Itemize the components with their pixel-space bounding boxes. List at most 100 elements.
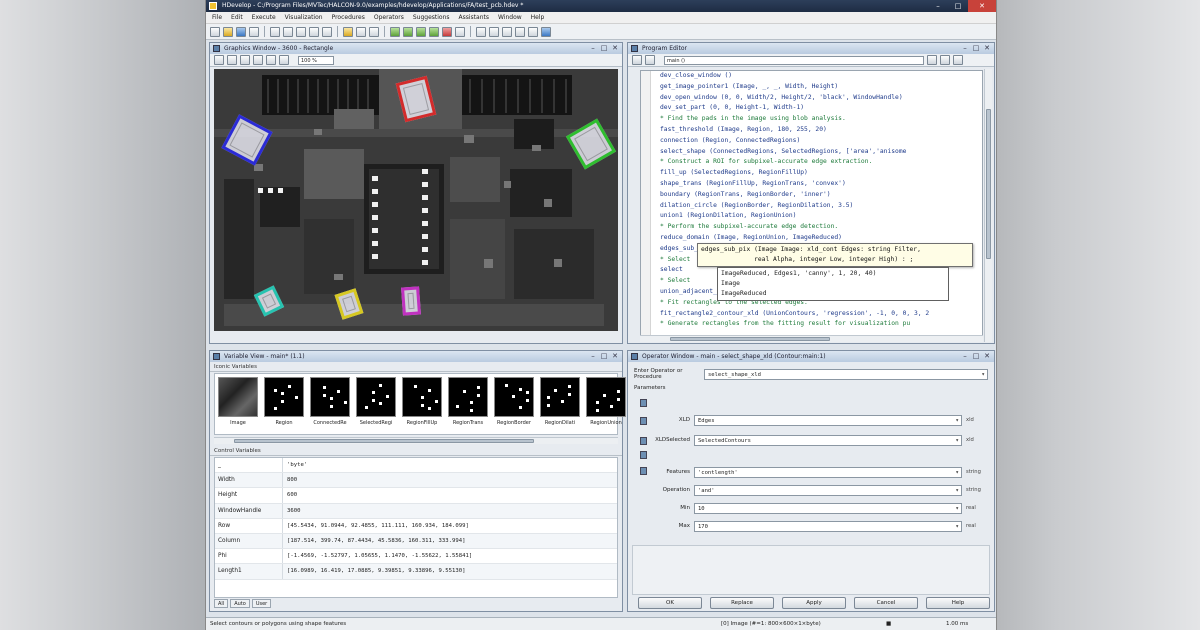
procedure-interface-icon[interactable] xyxy=(940,55,950,65)
program-code-area[interactable]: dev_close_window () get_image_pointer1 (I… xyxy=(640,70,983,340)
param-value-field[interactable]: 10 xyxy=(694,502,962,514)
panel-maximize-icon[interactable]: □ xyxy=(972,44,980,52)
help-button[interactable]: Help xyxy=(926,597,990,609)
print-icon[interactable] xyxy=(249,26,259,37)
param-value-field[interactable]: SelectedContours xyxy=(694,434,962,446)
tab-auto[interactable]: Auto xyxy=(230,599,250,608)
menu-visualization[interactable]: Visualization xyxy=(285,12,323,23)
panel-close-icon[interactable]: ✕ xyxy=(983,352,991,360)
control-variable-row[interactable]: Column [187.514, 399.74, 87.4434, 45.5836… xyxy=(215,533,617,550)
control-variable-row[interactable]: Length1 [16.0989, 16.419, 17.0885, 9.3985… xyxy=(215,564,617,580)
param-value-field[interactable]: 'contlength' xyxy=(694,466,962,478)
code-line[interactable]: * Construct a ROI for subpixel-accurate … xyxy=(641,157,982,168)
edit-procedure-icon[interactable] xyxy=(927,55,937,65)
fit-icon[interactable] xyxy=(279,55,289,65)
procedure-help-icon[interactable] xyxy=(953,55,963,65)
param-value-field[interactable]: 170 xyxy=(694,520,962,532)
iconic-variable[interactable]: Image xyxy=(217,377,259,431)
panel-close-icon[interactable]: ✕ xyxy=(611,44,619,52)
code-line[interactable]: dev_set_part (0, 0, Height-1, Width-1) xyxy=(641,103,982,114)
iconic-variable[interactable]: RegionUnion xyxy=(585,377,627,431)
save-icon[interactable] xyxy=(236,26,246,37)
find-icon[interactable] xyxy=(343,26,353,37)
code-line[interactable]: get_image_pointer1 (Image, _, _, Width, … xyxy=(641,82,982,93)
menu-procedures[interactable]: Procedures xyxy=(332,12,365,23)
code-line[interactable]: dilation_circle (RegionBorder, RegionDil… xyxy=(641,201,982,212)
menu-help[interactable]: Help xyxy=(531,12,545,23)
menu-edit[interactable]: Edit xyxy=(231,12,243,23)
menu-file[interactable]: File xyxy=(212,12,222,23)
panel-maximize-icon[interactable]: □ xyxy=(600,352,608,360)
help-icon[interactable] xyxy=(541,26,551,37)
control-variable-row[interactable]: WindowHandle 3600 xyxy=(215,503,617,519)
iconic-variable[interactable]: RegionDilati xyxy=(539,377,581,431)
zoom-out-icon[interactable] xyxy=(266,55,276,65)
minimize-icon[interactable]: – xyxy=(928,0,948,12)
reset-icon[interactable] xyxy=(455,26,465,37)
code-line[interactable]: select_shape (ConnectedRegions, Selected… xyxy=(641,147,982,158)
param-value-field[interactable]: Edges xyxy=(694,414,962,426)
paste-icon[interactable] xyxy=(296,26,306,37)
iconic-variable[interactable]: ConnectedRe xyxy=(309,377,351,431)
code-horizontal-scrollbar[interactable] xyxy=(640,335,983,342)
panel-minimize-icon[interactable]: – xyxy=(589,352,597,360)
redo-icon[interactable] xyxy=(322,26,332,37)
code-vertical-scrollbar[interactable] xyxy=(984,69,992,342)
control-variable-row[interactable]: Width 800 xyxy=(215,473,617,489)
panel-minimize-icon[interactable]: – xyxy=(961,352,969,360)
pointer-icon[interactable] xyxy=(214,55,224,65)
iconic-variable[interactable]: RegionBorder xyxy=(493,377,535,431)
step-into-icon[interactable] xyxy=(416,26,426,37)
zoom-in-icon[interactable] xyxy=(253,55,263,65)
menu-operators[interactable]: Operators xyxy=(374,12,404,23)
back-icon[interactable] xyxy=(632,55,642,65)
code-line[interactable]: * Perform the subpixel-accurate edge det… xyxy=(641,222,982,233)
control-variable-row[interactable]: _ 'byte' xyxy=(215,458,617,474)
code-line[interactable]: dev_close_window () xyxy=(641,71,982,82)
autocomplete-item[interactable]: ImageReduced xyxy=(721,289,945,299)
operator-select[interactable]: select_shape_xld xyxy=(704,368,988,380)
zoom-select[interactable]: 100 % xyxy=(298,55,334,65)
panel-maximize-icon[interactable]: □ xyxy=(972,352,980,360)
matching-icon[interactable] xyxy=(489,26,499,37)
panel-close-icon[interactable]: ✕ xyxy=(983,44,991,52)
autocomplete-item[interactable]: ImageReduced, Edges1, 'canny', 1, 20, 40… xyxy=(721,269,945,279)
panel-minimize-icon[interactable]: – xyxy=(961,44,969,52)
param-value-field[interactable]: 'and' xyxy=(694,484,962,496)
code-line[interactable]: connection (Region, ConnectedRegions) xyxy=(641,136,982,147)
measure-icon[interactable] xyxy=(515,26,525,37)
undo-icon[interactable] xyxy=(309,26,319,37)
panel-minimize-icon[interactable]: – xyxy=(589,44,597,52)
stop-icon[interactable] xyxy=(442,26,452,37)
iconic-scrollbar[interactable] xyxy=(214,437,618,444)
code-line[interactable]: dev_open_window (0, 0, Width/2, Height/2… xyxy=(641,93,982,104)
code-line[interactable]: fast_threshold (Image, Region, 180, 255,… xyxy=(641,125,982,136)
code-line[interactable]: shape_trans (RegionFillUp, RegionTrans, … xyxy=(641,179,982,190)
iconic-variable[interactable]: SelectedRegi xyxy=(355,377,397,431)
code-line[interactable]: fill_up (SelectedRegions, RegionFillUp) xyxy=(641,168,982,179)
ocr-icon[interactable] xyxy=(528,26,538,37)
menu-window[interactable]: Window xyxy=(498,12,522,23)
menu-execute[interactable]: Execute xyxy=(252,12,276,23)
control-variable-row[interactable]: Phi [-1.4569, -1.52797, 1.05655, 1.1470, … xyxy=(215,549,617,565)
close-icon[interactable]: ✕ xyxy=(968,0,996,12)
cut-icon[interactable] xyxy=(270,26,280,37)
zoom-window-icon[interactable] xyxy=(227,55,237,65)
maximize-icon[interactable]: □ xyxy=(948,0,968,12)
procedure-select[interactable]: main () xyxy=(664,55,924,65)
code-line[interactable]: * Generate rectangles from the fitting r… xyxy=(641,319,982,330)
replace-button[interactable]: Replace xyxy=(710,597,774,609)
image-acquisition-icon[interactable] xyxy=(476,26,486,37)
forward-icon[interactable] xyxy=(645,55,655,65)
insert-icon[interactable] xyxy=(356,26,366,37)
autocomplete-item[interactable]: Image xyxy=(721,279,945,289)
pan-icon[interactable] xyxy=(240,55,250,65)
panel-close-icon[interactable]: ✕ xyxy=(611,352,619,360)
run-icon[interactable] xyxy=(390,26,400,37)
tab-user[interactable]: User xyxy=(251,599,272,608)
apply-button[interactable]: Apply xyxy=(782,597,846,609)
control-variable-row[interactable]: Height 600 xyxy=(215,488,617,504)
code-line[interactable]: boundary (RegionTrans, RegionBorder, 'in… xyxy=(641,190,982,201)
control-variable-row[interactable]: Row [45.5434, 91.0944, 92.4855, 111.111, … xyxy=(215,518,617,534)
menu-suggestions[interactable]: Suggestions xyxy=(413,12,450,23)
